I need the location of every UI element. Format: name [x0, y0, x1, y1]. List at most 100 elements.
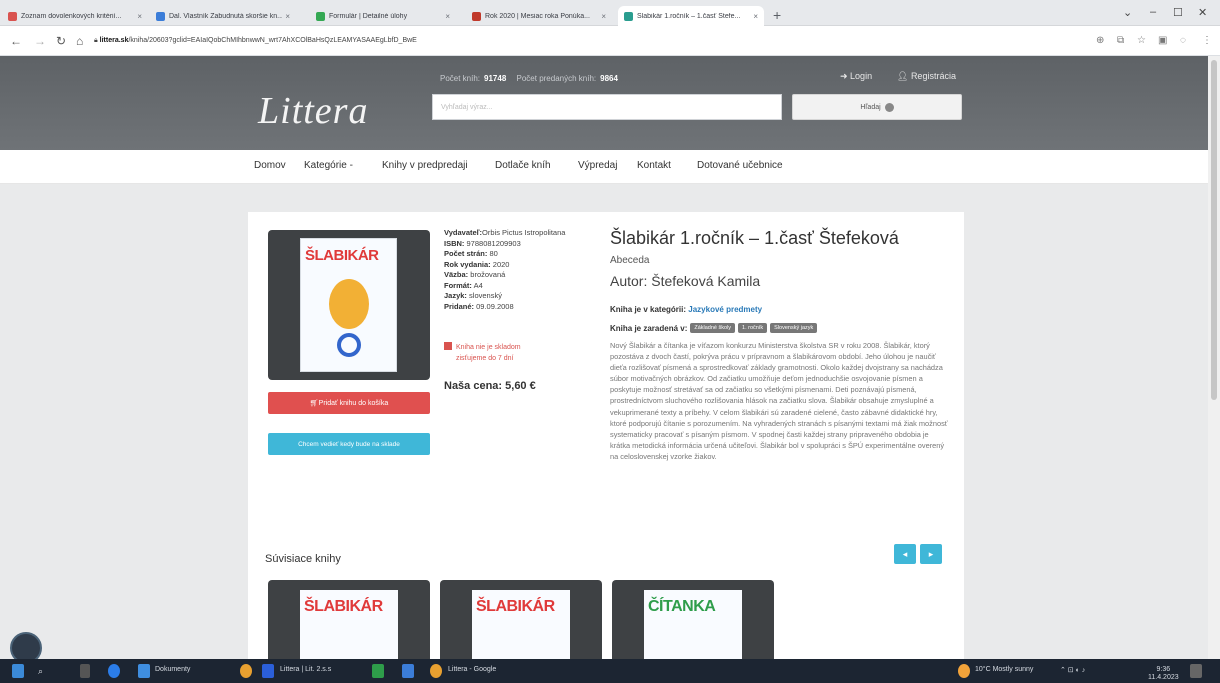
- tag-badge[interactable]: Základné školy: [690, 323, 736, 333]
- outlook-icon[interactable]: [402, 664, 414, 678]
- book-cover-image[interactable]: ŠLABIKÁR: [300, 238, 397, 372]
- address-bar: ← → ↻ ⌂ 🔒︎ littera.sk/kniha/20603?gclid=…: [0, 26, 1220, 56]
- nav-item-preorders[interactable]: Knihy v predpredaji: [382, 160, 468, 171]
- taskbar-item-label[interactable]: Dokumenty: [155, 666, 190, 673]
- tab-label: Zoznam dovolenkových kritérií...: [21, 12, 122, 20]
- notify-button[interactable]: Chcem vedieť kedy bude na sklade: [268, 433, 430, 455]
- nav-item-reprints[interactable]: Dotlače kníh: [495, 160, 551, 171]
- close-icon[interactable]: ×: [137, 12, 142, 21]
- chrome-icon[interactable]: [430, 664, 442, 678]
- start-icon[interactable]: [12, 664, 24, 678]
- related-book-card[interactable]: ŠLABIKÁR: [440, 580, 602, 659]
- book-author[interactable]: Autor: Štefeková Kamila: [610, 273, 760, 289]
- close-window-icon[interactable]: ✕: [1198, 6, 1207, 19]
- cover-illustration: [329, 279, 369, 329]
- book-subtitle: Abeceda: [610, 255, 650, 266]
- forward-icon[interactable]: →: [34, 34, 46, 48]
- related-carousel-controls: ◂ ▸: [894, 544, 942, 564]
- back-icon[interactable]: ←: [10, 34, 22, 48]
- login-icon: ➜: [840, 71, 851, 81]
- collections-icon[interactable]: ▣: [1158, 35, 1167, 46]
- tab-favicon-icon: [8, 11, 17, 21]
- register-link[interactable]: 👤︎ Registrácia: [897, 71, 956, 82]
- browser-tab[interactable]: Rok 2020 | Mesiac roka Ponúka... ×: [466, 6, 612, 26]
- search-icon[interactable]: ⌕: [38, 666, 43, 677]
- documents-icon[interactable]: [138, 664, 150, 678]
- page-scrollbar[interactable]: [1208, 56, 1220, 659]
- browser-tab-active[interactable]: Šlabikár 1.ročník – 1.časť Štefe... ×: [618, 6, 764, 26]
- site-logo[interactable]: Littera: [258, 89, 368, 133]
- task-view-icon[interactable]: [80, 664, 90, 678]
- nav-item-sale[interactable]: Výpredaj: [578, 160, 617, 171]
- tab-favicon-icon: [316, 11, 325, 21]
- home-icon[interactable]: ⌂: [76, 34, 83, 48]
- url-host: littera.sk: [99, 37, 129, 44]
- tag-badge[interactable]: Slovenský jazyk: [770, 323, 818, 333]
- url-field[interactable]: 🔒︎ littera.sk/kniha/20603?gclid=EAIaIQob…: [94, 37, 417, 45]
- taskbar-item-label[interactable]: Littera - Google: [448, 666, 496, 673]
- books-count-value: 91748: [484, 74, 507, 83]
- weather-text[interactable]: 10°C Mostly sunny: [975, 666, 1033, 673]
- add-to-cart-button[interactable]: 🛒︎ Pridať knihu do košíka: [268, 392, 430, 414]
- books-count-label: Počet kníh:: [440, 74, 481, 83]
- carousel-prev-button[interactable]: ◂: [894, 544, 916, 564]
- tag-badge[interactable]: 1. ročník: [738, 323, 768, 333]
- browser-tab-bar: Zoznam dovolenkových kritérií... × Ďal. …: [0, 0, 1220, 26]
- sold-count-label: Počet predaných kníh:: [516, 74, 597, 83]
- carousel-next-button[interactable]: ▸: [920, 544, 942, 564]
- profile-icon[interactable]: ◌: [1180, 35, 1186, 46]
- search-button[interactable]: Hľadaj: [792, 94, 962, 120]
- url-path: /kniha/20603?gclid=EAIaIQobChMIhbnwwN_wr…: [128, 37, 417, 44]
- stats-bar: Počet kníh: 91748 Počet predaných kníh: 98…: [440, 74, 626, 83]
- tab-favicon-icon: [472, 11, 481, 21]
- nav-item-home[interactable]: Domov: [254, 160, 286, 171]
- excel-icon[interactable]: [372, 664, 384, 678]
- browser-tab[interactable]: Formulár | Detailné úlohy ×: [310, 6, 456, 26]
- chevron-down-icon[interactable]: ⌄: [1123, 6, 1132, 19]
- browser-tab[interactable]: Ďal. Vlastník Zabudnutá skoršie kn... ×: [150, 6, 296, 26]
- meta-row: Jazyk: slovenský: [444, 291, 502, 300]
- book-meta: Vydavateľ:Orbis Pictus Istropolitana ISB…: [444, 228, 604, 312]
- meta-row: Formát: A4: [444, 280, 483, 290]
- word-icon[interactable]: [262, 664, 274, 678]
- category-link[interactable]: Jazykové predmety: [688, 305, 762, 314]
- user-plus-icon: 👤︎: [897, 71, 911, 81]
- related-book-card[interactable]: ČÍTANKA: [612, 580, 774, 659]
- meta-row: Počet strán: 80: [444, 249, 498, 258]
- maximize-icon[interactable]: ☐: [1173, 6, 1183, 19]
- meta-row: Pridané: 09.09.2008: [444, 301, 514, 311]
- search-input[interactable]: Vyhľadaj výraz...: [432, 94, 782, 120]
- nav-item-contact[interactable]: Kontakt: [637, 160, 671, 171]
- translate-icon[interactable]: ⊕: [1096, 35, 1104, 46]
- bookmark-star-icon[interactable]: ☆: [1137, 35, 1146, 46]
- nav-item-subsidized[interactable]: Dotované učebnice: [697, 160, 783, 171]
- app-icon[interactable]: [240, 664, 252, 678]
- login-link[interactable]: ➜ Login: [840, 71, 872, 82]
- browser-tab[interactable]: Zoznam dovolenkových kritérií... ×: [2, 6, 148, 26]
- menu-dots-icon[interactable]: ⋮: [1202, 35, 1212, 46]
- nav-item-categories[interactable]: Kategórie -: [304, 160, 353, 171]
- new-tab-icon[interactable]: +: [773, 7, 781, 23]
- close-icon[interactable]: ×: [445, 12, 450, 21]
- close-icon[interactable]: ×: [753, 12, 758, 21]
- close-icon[interactable]: ×: [285, 12, 290, 21]
- tab-favicon-icon: [624, 11, 633, 21]
- tab-label: Šlabikár 1.ročník – 1.časť Štefe...: [637, 12, 741, 20]
- meta-row: Vydavateľ:Orbis Pictus Istropolitana: [444, 228, 566, 237]
- main-nav: Domov Kategórie - Knihy v predpredaji Do…: [0, 150, 1208, 184]
- reload-icon[interactable]: ↻: [56, 34, 66, 48]
- cover-title: ŠLABIKÁR: [305, 247, 379, 264]
- category-line: Kniha je v kategórii: Jazykové predmety: [610, 305, 763, 314]
- related-book-card[interactable]: ŠLABIKÁR: [268, 580, 430, 659]
- tray-icons[interactable]: ⌃ ⊡ ◐ ♪: [1060, 666, 1085, 674]
- close-icon[interactable]: ×: [601, 12, 606, 21]
- scrollbar-thumb[interactable]: [1211, 60, 1217, 400]
- extension-icon[interactable]: ⧉: [1117, 35, 1124, 46]
- minimize-icon[interactable]: –: [1150, 6, 1156, 18]
- book-title: Šlabikár 1.ročník – 1.časť Štefeková: [610, 228, 899, 248]
- clock[interactable]: 9:36 11.4.2023: [1148, 666, 1179, 682]
- related-book-cover: ČÍTANKA: [644, 590, 742, 659]
- notifications-icon[interactable]: [1190, 664, 1202, 678]
- taskbar-item-label[interactable]: Littera | Lit. 2.s.s: [280, 666, 331, 673]
- edge-icon[interactable]: [108, 664, 120, 678]
